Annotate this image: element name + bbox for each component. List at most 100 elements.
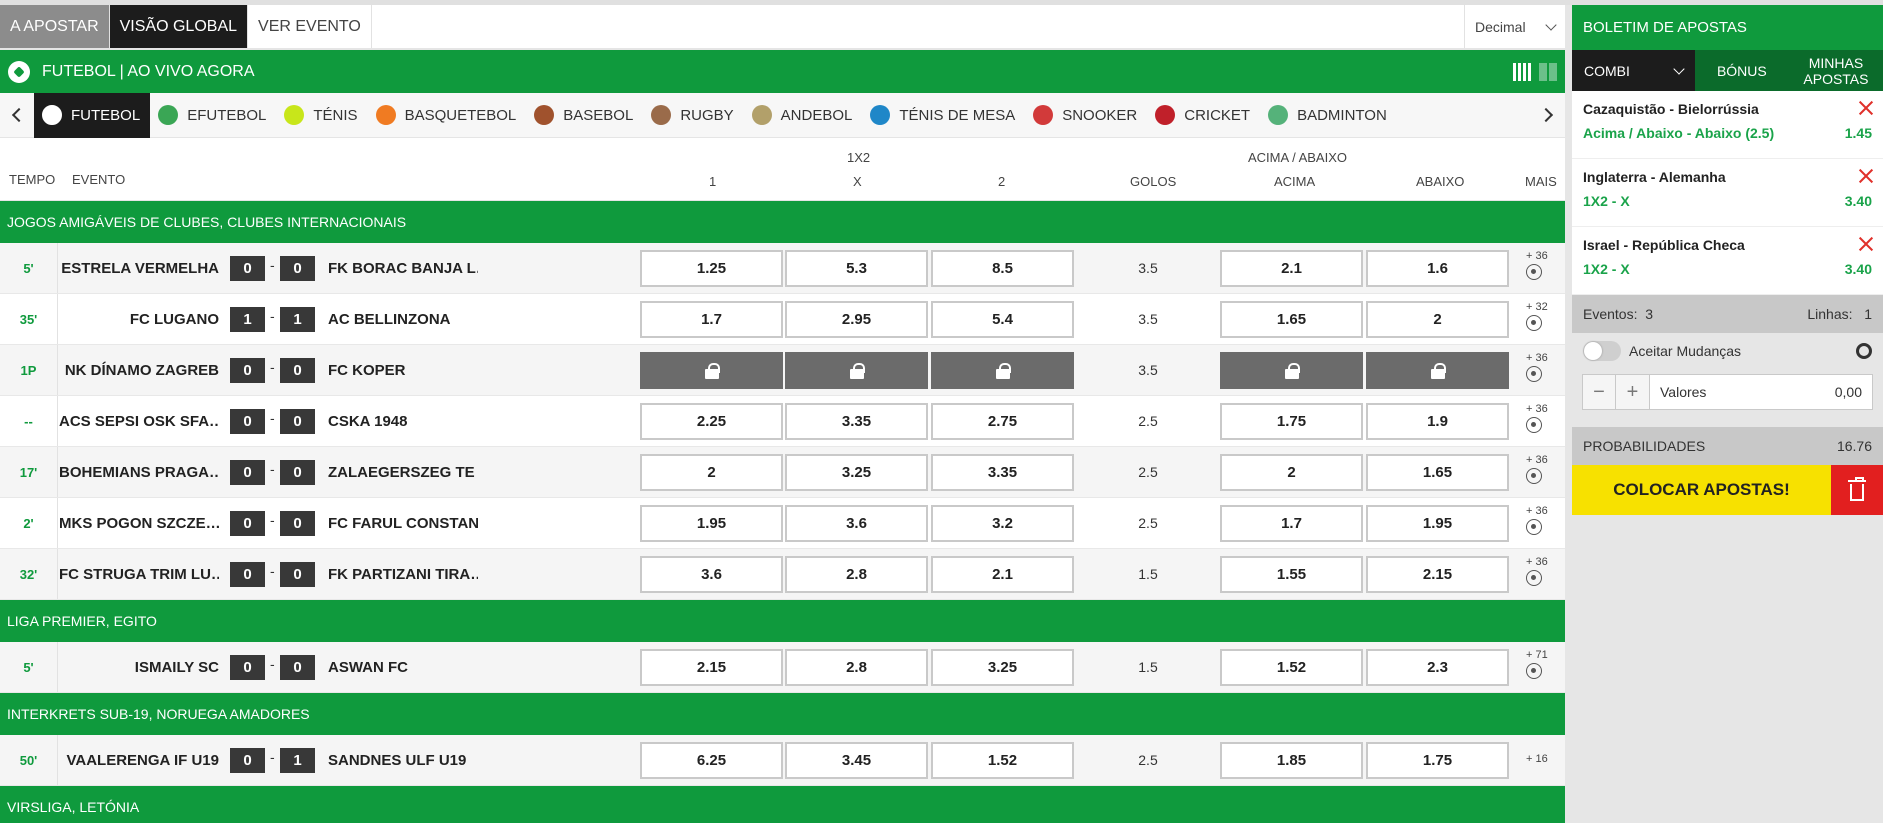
odd-draw-button[interactable]: 2.95 <box>785 301 928 338</box>
clear-slip-button[interactable] <box>1831 465 1883 515</box>
stats-icon[interactable] <box>1526 519 1542 535</box>
match-row[interactable]: -- ACS SEPSI OSK SFA… 0-0 CSKA 1948 2.25 3.35… <box>0 396 1565 447</box>
sport-tab-andebol[interactable]: ANDEBOL <box>744 93 863 138</box>
match-row[interactable]: 2' MKS POGON SZCZE… 0-0 FC FARUL CONSTAN… 1.… <box>0 498 1565 549</box>
odds-format-select[interactable]: Decimal <box>1464 5 1565 48</box>
odd-under-button[interactable]: 2 <box>1366 301 1509 338</box>
stats-icon[interactable] <box>1526 570 1542 586</box>
league-header[interactable]: INTERKRETS SUB-19, NORUEGA AMADORES <box>0 693 1565 735</box>
odd-home-button[interactable]: 1.25 <box>640 250 783 287</box>
stake-plus-button[interactable]: + <box>1616 374 1650 410</box>
more-markets-link[interactable]: + 36 <box>1526 556 1562 586</box>
place-bets-button[interactable]: COLOCAR APOSTAS! <box>1572 465 1831 515</box>
tab-my-bets[interactable]: MINHAS APOSTAS <box>1789 50 1883 91</box>
more-markets-link[interactable]: + 36 <box>1526 250 1562 280</box>
odd-under-button[interactable]: 1.95 <box>1366 505 1509 542</box>
odd-away-button[interactable]: 3.2 <box>931 505 1074 542</box>
columns-view-icon[interactable] <box>1513 62 1531 81</box>
match-row[interactable]: 32' FC STRUGA TRIM LU… 0-0 FK PARTIZANI TIR… <box>0 549 1565 600</box>
sport-tab-efutebol[interactable]: EFUTEBOL <box>150 93 276 138</box>
odd-under-button[interactable]: 1.9 <box>1366 403 1509 440</box>
odd-under-button[interactable]: 2.3 <box>1366 649 1509 686</box>
odd-over-button[interactable]: 1.52 <box>1220 649 1363 686</box>
odd-over-button[interactable]: 1.55 <box>1220 556 1363 593</box>
tab-bonus[interactable]: BÓNUS <box>1695 50 1789 91</box>
sport-tab-badminton[interactable]: BADMINTON <box>1260 93 1397 138</box>
odd-away-button[interactable]: 3.25 <box>931 649 1074 686</box>
compact-view-icon[interactable] <box>1539 62 1557 81</box>
sport-tab-cricket[interactable]: CRICKET <box>1147 93 1260 138</box>
odd-over-button[interactable]: 1.65 <box>1220 301 1363 338</box>
stake-input[interactable]: Valores 0,00 <box>1650 374 1873 410</box>
odd-under-button[interactable]: 1.65 <box>1366 454 1509 491</box>
accept-changes-toggle[interactable] <box>1583 341 1621 361</box>
remove-bet-icon[interactable] <box>1859 101 1873 115</box>
odd-away-button[interactable]: 3.35 <box>931 454 1074 491</box>
stats-icon[interactable] <box>1526 417 1542 433</box>
odd-draw-button[interactable]: 5.3 <box>785 250 928 287</box>
more-markets-link[interactable]: + 36 <box>1526 505 1562 535</box>
stats-icon[interactable] <box>1526 663 1542 679</box>
odd-home-button[interactable]: 6.25 <box>640 742 783 779</box>
odd-draw-button[interactable]: 3.6 <box>785 505 928 542</box>
stake-minus-button[interactable]: − <box>1582 374 1616 410</box>
odd-draw-button[interactable]: 2.8 <box>785 649 928 686</box>
odd-home-button[interactable]: 2 <box>640 454 783 491</box>
more-markets-link[interactable]: + 36 <box>1526 454 1562 484</box>
sport-tab-t-nis[interactable]: TÉNIS <box>276 93 367 138</box>
more-markets-link[interactable]: + 32 <box>1526 301 1562 331</box>
sport-tab-t-nis-de-mesa[interactable]: TÉNIS DE MESA <box>862 93 1025 138</box>
stats-icon[interactable] <box>1526 366 1542 382</box>
odd-over-button[interactable]: 1.75 <box>1220 403 1363 440</box>
odd-home-button[interactable]: 2.25 <box>640 403 783 440</box>
more-markets-link[interactable]: + 36 <box>1526 352 1562 382</box>
odd-away-button[interactable]: 2.1 <box>931 556 1074 593</box>
sport-tab-basquetebol[interactable]: BASQUETEBOL <box>368 93 527 138</box>
match-row[interactable]: 5' ISMAILY SC 0-0 ASWAN FC 2.15 2.8 3.25 1.5 1.5… <box>0 642 1565 693</box>
odd-draw-button[interactable]: 3.45 <box>785 742 928 779</box>
help-icon[interactable] <box>1856 343 1872 359</box>
odd-over-button[interactable]: 2.1 <box>1220 250 1363 287</box>
match-row[interactable]: 17' BOHEMIANS PRAGA… 0-0 ZALAEGERSZEG TE 2 3.… <box>0 447 1565 498</box>
tab-visao-global[interactable]: VISÃO GLOBAL <box>109 5 249 48</box>
odd-away-button[interactable]: 8.5 <box>931 250 1074 287</box>
league-header[interactable]: JOGOS AMIGÁVEIS DE CLUBES, CLUBES INTERN… <box>0 201 1565 243</box>
odd-away-button[interactable]: 1.52 <box>931 742 1074 779</box>
match-row[interactable]: 1P NK DÍNAMO ZAGREB 0-0 FC KOPER 3.5 + 36 <box>0 345 1565 396</box>
league-header[interactable]: LIGA PREMIER, EGITO <box>0 600 1565 642</box>
odd-under-button[interactable]: 1.75 <box>1366 742 1509 779</box>
stats-icon[interactable] <box>1526 468 1542 484</box>
more-markets-link[interactable]: + 16 <box>1526 753 1562 765</box>
tab-combi[interactable]: COMBI <box>1572 50 1695 91</box>
more-markets-link[interactable]: + 36 <box>1526 403 1562 433</box>
odd-under-button[interactable]: 1.6 <box>1366 250 1509 287</box>
odd-over-button[interactable]: 1.85 <box>1220 742 1363 779</box>
odd-home-button[interactable]: 3.6 <box>640 556 783 593</box>
odd-home-button[interactable]: 1.7 <box>640 301 783 338</box>
stats-icon[interactable] <box>1526 315 1542 331</box>
tab-ver-evento[interactable]: VER EVENTO <box>248 5 372 48</box>
odd-draw-button[interactable]: 2.8 <box>785 556 928 593</box>
stats-icon[interactable] <box>1526 264 1542 280</box>
sport-tab-snooker[interactable]: SNOOKER <box>1025 93 1147 138</box>
odd-away-button[interactable]: 2.75 <box>931 403 1074 440</box>
odd-over-button[interactable]: 1.7 <box>1220 505 1363 542</box>
odd-away-button[interactable]: 5.4 <box>931 301 1074 338</box>
league-header[interactable]: VIRSLIGA, LETÓNIA <box>0 786 1565 823</box>
match-row[interactable]: 35' FC LUGANO 1-1 AC BELLINZONA 1.7 2.95 5.4 3.… <box>0 294 1565 345</box>
tab-a-apostar[interactable]: A APOSTAR <box>0 5 110 48</box>
sport-tab-rugby[interactable]: RUGBY <box>643 93 743 138</box>
sport-tab-basebol[interactable]: BASEBOL <box>526 93 643 138</box>
remove-bet-icon[interactable] <box>1859 237 1873 251</box>
match-row[interactable]: 50' VAALERENGA IF U19 0-1 SANDNES ULF U19 6.… <box>0 735 1565 786</box>
match-row[interactable]: 5' ESTRELA VERMELHA 0-0 FK BORAC BANJA L… 1.… <box>0 243 1565 294</box>
odd-draw-button[interactable]: 3.25 <box>785 454 928 491</box>
odd-draw-button[interactable]: 3.35 <box>785 403 928 440</box>
odd-home-button[interactable]: 1.95 <box>640 505 783 542</box>
more-markets-link[interactable]: + 71 <box>1526 649 1562 679</box>
scroll-right-button[interactable] <box>1531 93 1565 138</box>
odd-over-button[interactable]: 2 <box>1220 454 1363 491</box>
odd-home-button[interactable]: 2.15 <box>640 649 783 686</box>
scroll-left-button[interactable] <box>0 93 34 138</box>
remove-bet-icon[interactable] <box>1859 169 1873 183</box>
